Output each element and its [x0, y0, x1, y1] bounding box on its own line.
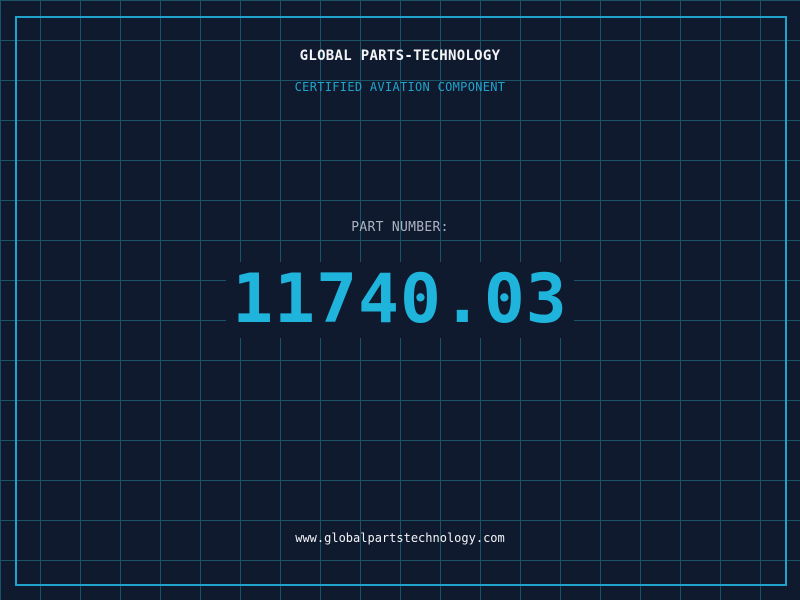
- part-number-container: 11740.03: [0, 262, 800, 338]
- website-url: www.globalpartstechnology.com: [295, 531, 505, 545]
- part-number-value: 11740.03: [226, 262, 574, 338]
- brand-subtitle: CERTIFIED AVIATION COMPONENT: [294, 80, 506, 94]
- brand-title: GLOBAL PARTS-TECHNOLOGY: [299, 48, 501, 64]
- part-number-label: PART NUMBER:: [351, 220, 449, 235]
